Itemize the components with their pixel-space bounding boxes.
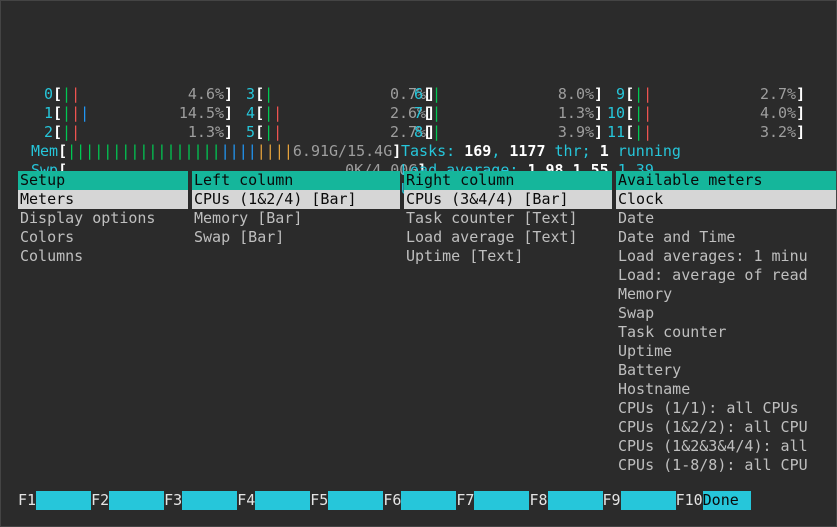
available-meter-item[interactable]: CPUs (1/1): all CPUs	[616, 399, 836, 418]
setup-menu-item[interactable]: Display options	[18, 209, 188, 228]
right-column-item[interactable]: CPUs (3&4/4) [Bar]	[404, 190, 612, 209]
available-meter-item[interactable]: Load averages: 1 minu	[616, 247, 836, 266]
cpu-meter-2: 2[||1.3%]	[31, 123, 233, 142]
available-meter-item[interactable]: CPUs (1&2&3&4/4): all	[616, 437, 836, 456]
setup-menu-item[interactable]: Columns	[18, 247, 188, 266]
setup-menu-item[interactable]: Colors	[18, 228, 188, 247]
fkey-f1[interactable]: F1	[18, 491, 91, 510]
available-meter-item[interactable]: CPUs (1&2/2): all CPU	[616, 418, 836, 437]
available-meter-item[interactable]: CPUs (1-8/8): all CPU	[616, 456, 836, 475]
available-meter-item[interactable]: Clock	[616, 190, 836, 209]
htop-setup-screen: 0[||4.6%] 3[|0.7%]1[|||14.5%] 4[||2.6%]2…	[0, 0, 837, 527]
fkey-f4[interactable]: F4	[237, 491, 310, 510]
fkey-f7[interactable]: F7	[456, 491, 529, 510]
available-meter-title: Available meters	[616, 171, 836, 190]
cpu-meter-10: 10[||4.0%]	[603, 104, 805, 123]
fkey-f2[interactable]: F2	[91, 491, 164, 510]
left-column-item[interactable]: Swap [Bar]	[192, 228, 400, 247]
setup-panels: SetupMetersDisplay optionsColorsColumns …	[18, 171, 836, 475]
tasks-counter: Tasks: 169, 1177 thr; 1 running	[401, 142, 820, 161]
available-meter-item[interactable]: Swap	[616, 304, 836, 323]
fkey-f10[interactable]: F10Done	[676, 491, 751, 510]
available-meter-item[interactable]: Date and Time	[616, 228, 836, 247]
right-column-item[interactable]: Task counter [Text]	[404, 209, 612, 228]
right-column-item[interactable]: Uptime [Text]	[404, 247, 612, 266]
available-meter-item[interactable]: Load: average of read	[616, 266, 836, 285]
cpu-meter-11: 11[||3.2%]	[603, 123, 805, 142]
left-column-item[interactable]: CPUs (1&2/4) [Bar]	[192, 190, 400, 209]
available-meter-item[interactable]: Memory	[616, 285, 836, 304]
fkey-f3[interactable]: F3	[164, 491, 237, 510]
cpu-meter-1: 1[|||14.5%]	[31, 104, 233, 123]
function-key-bar: F1F2F3F4F5F6F7F8F9F10Done	[18, 491, 751, 510]
available-meter-item[interactable]: Hostname	[616, 380, 836, 399]
cpu-meter-0: 0[||4.6%]	[31, 85, 233, 104]
available-meter-item[interactable]: Date	[616, 209, 836, 228]
fkey-f8[interactable]: F8	[529, 491, 602, 510]
fkey-f9[interactable]: F9	[603, 491, 676, 510]
available-meter-item[interactable]: Task counter	[616, 323, 836, 342]
available-meter-item[interactable]: Battery	[616, 361, 836, 380]
left-column-title: Left column	[192, 171, 400, 190]
left-column-item[interactable]: Memory [Bar]	[192, 209, 400, 228]
cpu-meter-8: 8[|3.9%]	[401, 123, 603, 142]
left-column-panel: Left columnCPUs (1&2/4) [Bar]Memory [Bar…	[192, 171, 400, 475]
cpu-meter-9: 9[||2.7%]	[603, 85, 805, 104]
right-column-panel: Right columnCPUs (3&4/4) [Bar]Task count…	[404, 171, 612, 475]
cpu-meter-6: 6[|8.0%]	[401, 85, 603, 104]
memory-meter: Mem[|||||||||||||||||||||||||6.91G/15.4G…	[31, 142, 401, 161]
available-meter-item[interactable]: Uptime	[616, 342, 836, 361]
setup-menu-title: Setup	[18, 171, 188, 190]
right-column-title: Right column	[404, 171, 612, 190]
fkey-f6[interactable]: F6	[383, 491, 456, 510]
setup-menu-column: SetupMetersDisplay optionsColorsColumns	[18, 171, 188, 475]
setup-menu-item[interactable]: Meters	[18, 190, 188, 209]
cpu-meter-7: 7[|1.3%]	[401, 104, 603, 123]
fkey-f5[interactable]: F5	[310, 491, 383, 510]
right-column-item[interactable]: Load average [Text]	[404, 228, 612, 247]
available-meters-panel: Available metersClockDateDate and TimeLo…	[616, 171, 836, 475]
